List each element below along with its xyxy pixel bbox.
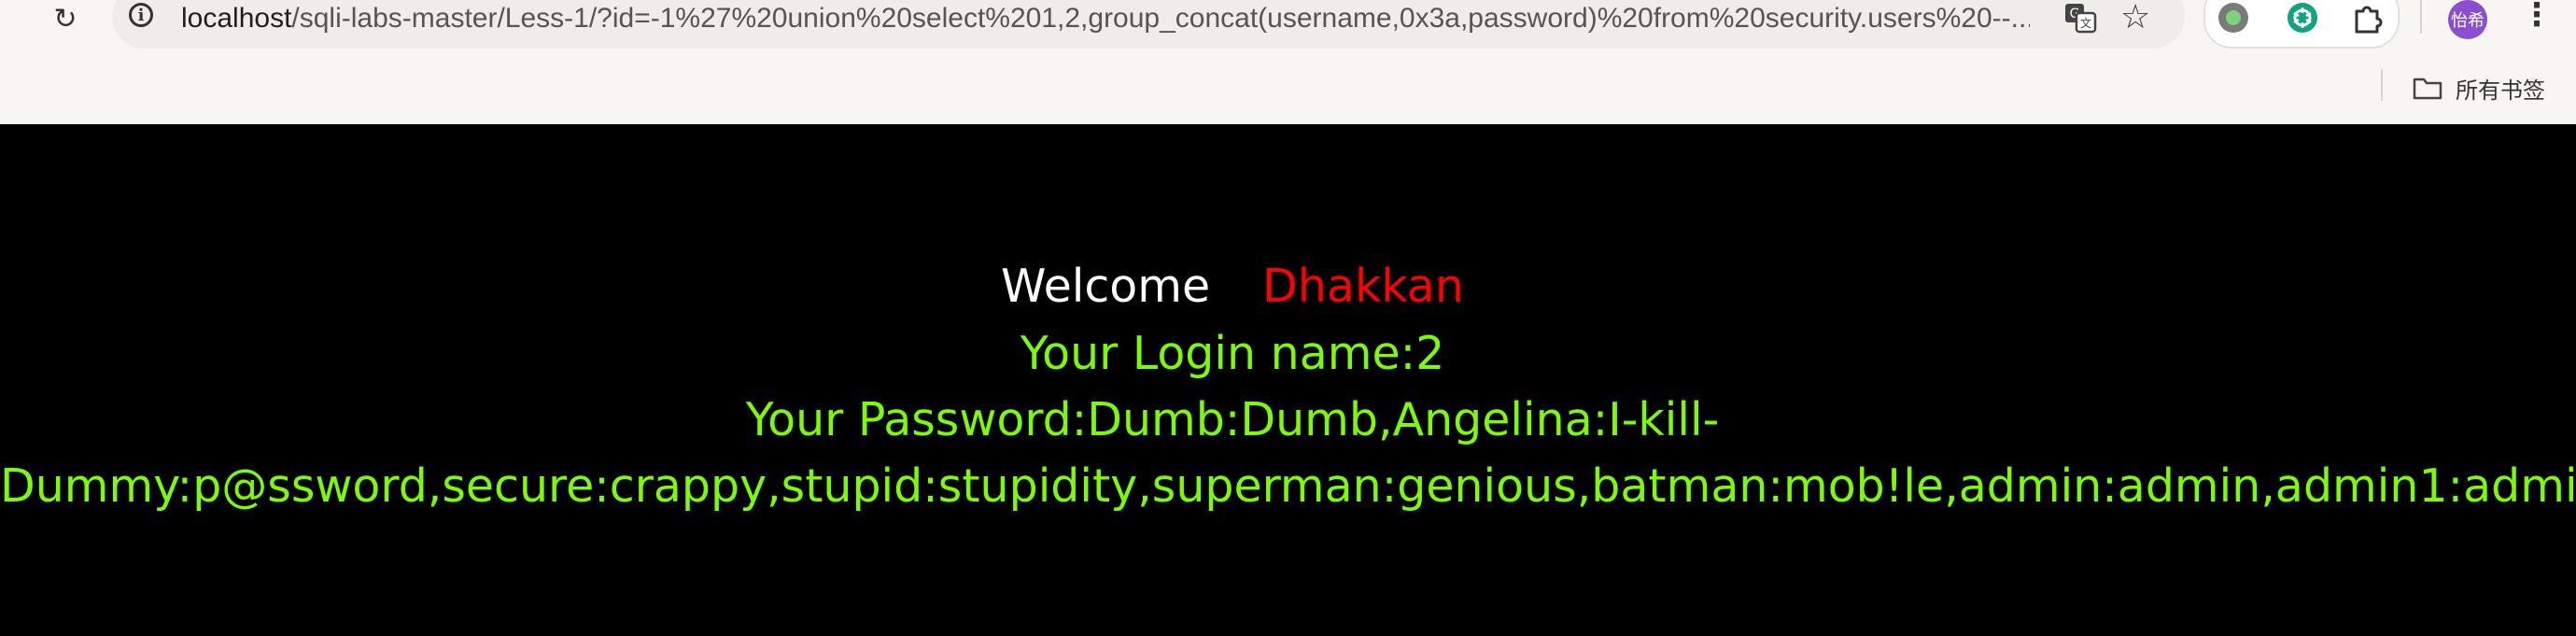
url-path: /sqli-labs-master/Less-1/?id=-1%27%20uni… [291,3,2030,34]
chatgpt-extension-icon[interactable] [2287,2,2318,34]
star-icon[interactable]: ☆ [2120,0,2150,36]
password-text-line-2: Dummy:p@ssword,secure:crappy,stupid:stup… [0,459,2576,513]
browser-chrome: ↻ i localhost/sqli-labs-master/Less-1/?i… [0,0,2576,124]
bookmarks-bar [0,67,2576,124]
login-name-text: Your Login name:2 [1020,327,1445,380]
puzzle-icon[interactable] [2351,2,2385,34]
translate-icon[interactable]: G 文 [2063,2,2097,34]
page-content: Welcome Dhakkan Your Login name:2 Your Pa… [0,124,2576,636]
info-icon[interactable]: i [129,3,153,27]
profile-avatar[interactable]: 怡希 [2448,0,2487,39]
kebab-menu-icon[interactable]: ⋮ [2521,0,2553,34]
all-bookmarks-label: 所有书签 [2456,77,2545,104]
svg-text:文: 文 [2080,16,2091,30]
folder-icon [2413,78,2442,100]
browser-toolbar: ↻ i localhost/sqli-labs-master/Less-1/?i… [0,0,2576,67]
password-text-line-1: Your Password:Dumb:Dumb,Angelina:I-kill- [745,393,1720,446]
url-host: localhost [181,3,292,34]
record-extension-icon[interactable] [2218,3,2248,33]
toolbar-divider [2420,0,2422,34]
welcome-line: Welcome Dhakkan [0,253,2465,320]
bookmarks-divider [2381,69,2383,101]
all-bookmarks-button[interactable]: 所有书签 [2413,67,2545,108]
reload-icon[interactable]: ↻ [49,2,82,35]
welcome-name: Dhakkan [1262,260,1464,313]
url-text[interactable]: localhost/sqli-labs-master/Less-1/?id=-1… [181,0,2030,37]
welcome-label: Welcome [1001,260,1211,313]
